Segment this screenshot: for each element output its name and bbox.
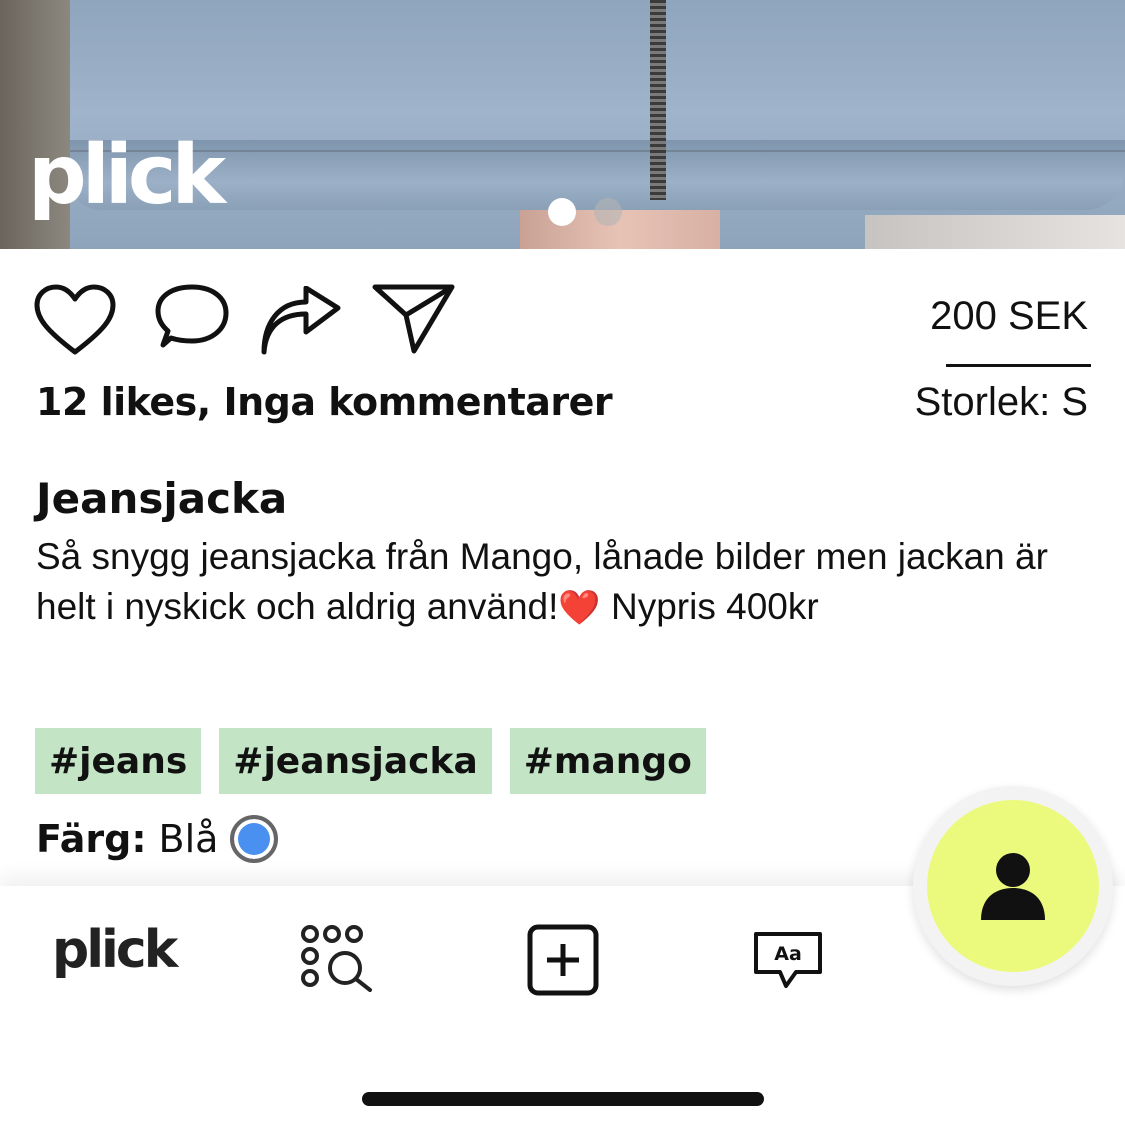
profile-button-fill bbox=[927, 800, 1099, 972]
heart-emoji: ❤️ bbox=[558, 589, 601, 627]
tag-chip[interactable]: #jeansjacka bbox=[219, 728, 492, 794]
messages-icon[interactable]: Aa bbox=[752, 930, 824, 990]
add-listing-icon[interactable] bbox=[527, 924, 599, 996]
color-swatch bbox=[230, 815, 279, 863]
tag-list: #jeans #jeansjacka #mango bbox=[35, 728, 706, 794]
nav-home-logo[interactable]: plick bbox=[52, 920, 178, 980]
listing-title: Jeansjacka bbox=[36, 474, 288, 523]
speech-bubble-icon[interactable] bbox=[148, 283, 230, 355]
jacket-seam bbox=[70, 150, 1125, 152]
profile-person-icon bbox=[981, 853, 1045, 920]
home-indicator[interactable] bbox=[362, 1092, 764, 1106]
price: 200 SEK bbox=[930, 294, 1088, 338]
jacket-zipper bbox=[650, 0, 666, 200]
tag-chip[interactable]: #mango bbox=[509, 728, 706, 794]
size-label: Storlek: S bbox=[914, 380, 1088, 424]
photo-wall bbox=[865, 215, 1125, 249]
share-arrow-icon[interactable] bbox=[260, 286, 342, 356]
description-text: Så snygg jeansjacka från Mango, lånade b… bbox=[36, 536, 1048, 627]
watermark-logo: plick bbox=[28, 128, 226, 223]
color-label: Färg: bbox=[36, 817, 147, 861]
color-value: Blå bbox=[158, 817, 219, 861]
carousel-dot[interactable] bbox=[594, 198, 622, 226]
heart-outline-icon[interactable] bbox=[34, 284, 116, 356]
listing-description: Så snygg jeansjacka från Mango, lånade b… bbox=[36, 532, 1076, 633]
paper-plane-icon[interactable] bbox=[372, 283, 456, 355]
color-row: Färg: Blå bbox=[36, 815, 279, 863]
carousel-dots bbox=[548, 198, 622, 226]
product-photo-carousel[interactable]: plick bbox=[0, 0, 1125, 249]
browse-search-icon[interactable] bbox=[300, 924, 376, 992]
description-text-end: Nypris 400kr bbox=[600, 586, 819, 627]
price-divider bbox=[946, 364, 1091, 367]
messages-icon-glyph: Aa bbox=[774, 943, 802, 965]
carousel-dot-active[interactable] bbox=[548, 198, 576, 226]
profile-button[interactable] bbox=[913, 786, 1113, 986]
likes-comments-count[interactable]: 12 likes, Inga kommentarer bbox=[36, 380, 613, 424]
tag-chip[interactable]: #jeans bbox=[35, 728, 202, 794]
